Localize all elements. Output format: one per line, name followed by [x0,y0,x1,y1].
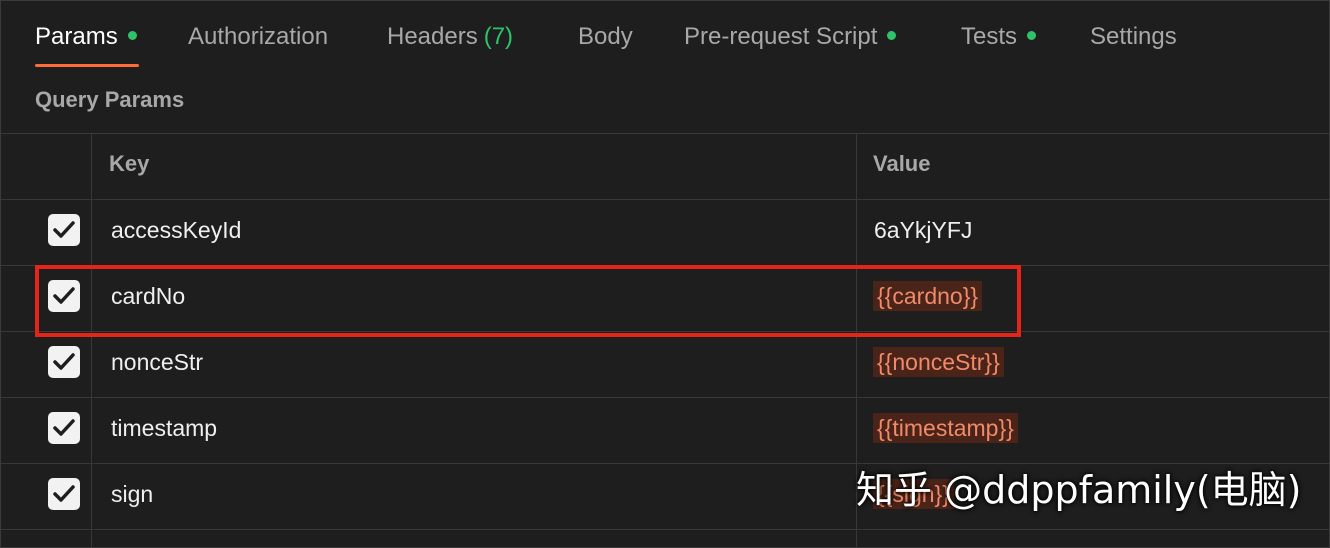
row-enabled-checkbox[interactable] [48,214,80,246]
param-value-variable[interactable]: {{nonceStr}} [873,347,1004,377]
tab-authorization[interactable]: Authorization [188,21,328,53]
param-key[interactable]: sign [111,481,153,508]
request-tabs: Params Authorization Headers (7) Body Pre… [1,1,1329,71]
tab-body-label: Body [578,23,633,50]
tab-tests-label: Tests [961,23,1018,50]
param-key[interactable]: timestamp [111,415,217,442]
checkmark-icon [53,419,75,436]
tab-params-label: Params [35,23,118,50]
tab-headers[interactable]: Headers (7) [387,21,513,53]
table-row: timestamp {{timestamp}} [1,397,1329,463]
section-title: Query Params [35,87,185,112]
table-row: accessKeyId 6aYkjYFJ [1,199,1329,265]
row-enabled-checkbox[interactable] [48,346,80,378]
column-header-value: Value [873,151,931,176]
table-divider [1,529,1329,530]
tab-settings-label: Settings [1090,23,1177,50]
status-dot-icon [127,31,137,41]
param-key[interactable]: nonceStr [111,349,203,376]
tab-tests[interactable]: Tests [961,21,1037,53]
table-row: nonceStr {{nonceStr}} [1,331,1329,397]
watermark: 知乎 @ddppfamily(电脑) [856,468,1302,512]
checkmark-icon [53,221,75,238]
status-dot-icon [1027,31,1037,41]
column-header-key: Key [109,151,150,176]
tab-pre-request-script[interactable]: Pre-request Script [684,21,897,53]
checkmark-icon [53,485,75,502]
tab-body[interactable]: Body [578,21,633,53]
active-tab-underline [35,64,139,67]
status-dot-icon [887,31,897,41]
tab-authorization-label: Authorization [188,23,329,50]
param-key[interactable]: accessKeyId [111,217,241,244]
param-value[interactable]: 6aYkjYFJ [874,217,972,244]
tab-settings[interactable]: Settings [1090,21,1177,53]
checkmark-icon [53,353,75,370]
tab-headers-label: Headers [387,23,478,50]
table-divider [1,133,1329,134]
row-enabled-checkbox[interactable] [48,478,80,510]
highlight-annotation-box [35,265,1021,337]
param-value-variable[interactable]: {{timestamp}} [873,413,1018,443]
tab-pre-request-script-label: Pre-request Script [684,23,878,50]
request-params-panel: Params Authorization Headers (7) Body Pre… [0,0,1330,548]
row-enabled-checkbox[interactable] [48,412,80,444]
headers-count-badge: (7) [483,23,514,50]
tab-params[interactable]: Params [35,21,137,53]
